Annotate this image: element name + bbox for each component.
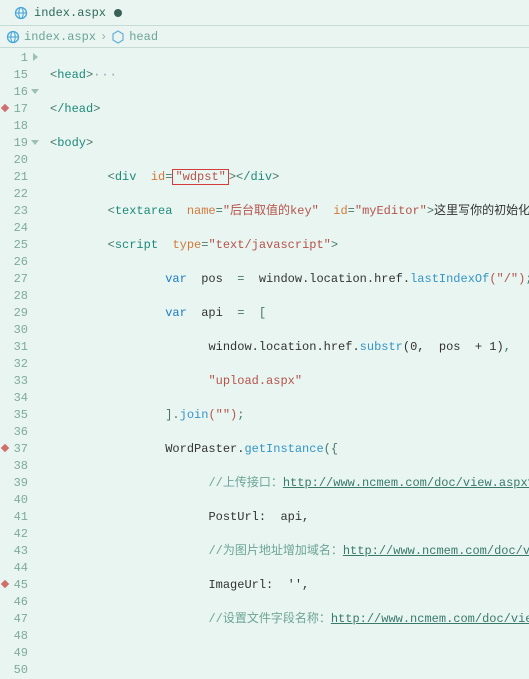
chevron-right-icon: ›: [100, 30, 107, 44]
breadcrumb-symbol[interactable]: head: [129, 30, 158, 44]
tab-bar: index.aspx: [0, 0, 529, 26]
dirty-indicator-icon: [114, 9, 122, 17]
symbol-icon: [111, 30, 125, 44]
file-icon: [14, 6, 28, 20]
editor: 1 15 16 17 18 19 20 21 22 23 24 25 26 27…: [0, 48, 529, 641]
line-gutter: 1 15 16 17 18 19 20 21 22 23 24 25 26 27…: [0, 48, 34, 641]
breadcrumb-file[interactable]: index.aspx: [24, 30, 96, 44]
code-area[interactable]: <head>··· </head> <body> <div id="wdpst"…: [34, 48, 529, 641]
tab-index-aspx[interactable]: index.aspx: [4, 3, 132, 23]
file-icon: [6, 30, 20, 44]
breadcrumb: index.aspx › head: [0, 26, 529, 48]
tab-label: index.aspx: [34, 6, 106, 20]
